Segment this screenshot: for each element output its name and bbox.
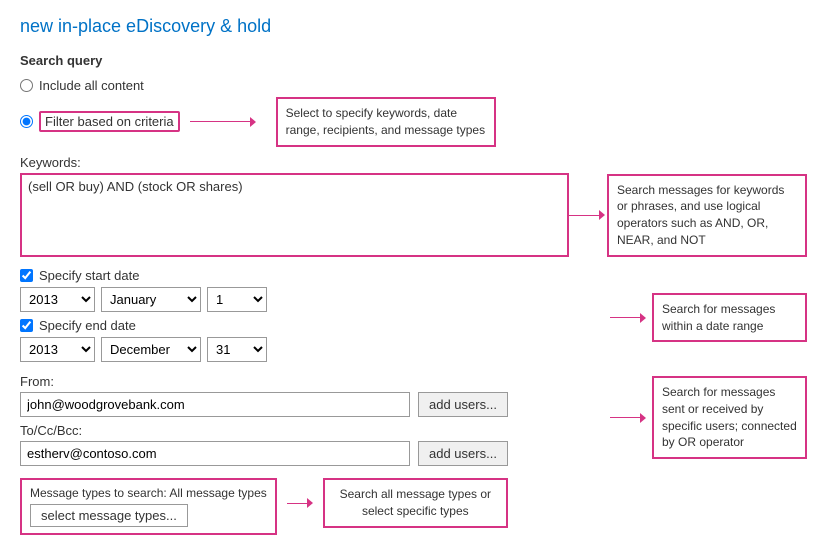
end-date-checkbox[interactable] (20, 319, 33, 332)
end-date-label[interactable]: Specify end date (39, 318, 136, 333)
end-year-select[interactable]: 2013 20102011201220142015 (20, 337, 95, 362)
start-day-select[interactable]: 1 234567 8910111213 141516171819 2021222… (207, 287, 267, 312)
filter-criteria-box: Filter based on criteria (39, 111, 180, 132)
filter-callout: Select to specify keywords, date range, … (276, 97, 496, 147)
dates-section: Specify start date 2013 2010201120122014… (20, 268, 604, 368)
to-cc-bcc-input[interactable] (20, 441, 410, 466)
message-types-label: Message types to search: All message typ… (30, 486, 267, 500)
include-all-row: Include all content (20, 78, 807, 93)
to-cc-bcc-row: add users... (20, 441, 604, 466)
from-input[interactable] (20, 392, 410, 417)
message-types-box: Message types to search: All message typ… (20, 478, 277, 535)
include-all-radio[interactable] (20, 79, 33, 92)
keywords-label: Keywords: (20, 155, 807, 170)
filter-criteria-row: Filter based on criteria (20, 111, 180, 132)
filter-criteria-radio[interactable] (20, 115, 33, 128)
select-message-types-button[interactable]: select message types... (30, 504, 188, 527)
end-date-selects: 2013 20102011201220142015 December Janua… (20, 337, 604, 362)
page-title: new in-place eDiscovery & hold (20, 16, 807, 37)
to-cc-bcc-label: To/Cc/Bcc: (20, 423, 604, 438)
start-date-row: Specify start date (20, 268, 604, 283)
include-all-label[interactable]: Include all content (39, 78, 144, 93)
keywords-section: Keywords: Search messages for keywords o… (20, 155, 807, 258)
message-types-callout: Search all message types or select speci… (323, 478, 508, 528)
end-day-select[interactable]: 31 123456 789101112 131415161718 1920212… (207, 337, 267, 362)
from-row: add users... (20, 392, 604, 417)
from-to-section: From: add users... To/Cc/Bcc: add users.… (20, 368, 604, 468)
to-cc-bcc-add-users-button[interactable]: add users... (418, 441, 508, 466)
keywords-input[interactable] (22, 175, 567, 255)
keywords-callout: Search messages for keywords or phrases,… (607, 174, 807, 257)
end-date-row: Specify end date (20, 318, 604, 333)
filter-criteria-label[interactable]: Filter based on criteria (45, 114, 174, 129)
date-range-callout: Search for messages within a date range (652, 293, 807, 343)
from-to-callout: Search for messages sent or received by … (652, 376, 807, 459)
from-add-users-button[interactable]: add users... (418, 392, 508, 417)
start-date-selects: 2013 20102011201220142015 January Februa… (20, 287, 604, 312)
start-month-select[interactable]: January FebruaryMarchAprilMayJune JulyAu… (101, 287, 201, 312)
end-month-select[interactable]: December JanuaryFebruaryMarchAprilMayJun… (101, 337, 201, 362)
start-date-label[interactable]: Specify start date (39, 268, 139, 283)
section-label: Search query (20, 53, 807, 68)
start-date-checkbox[interactable] (20, 269, 33, 282)
from-label: From: (20, 374, 604, 389)
start-year-select[interactable]: 2013 20102011201220142015 (20, 287, 95, 312)
radio-group: Include all content Filter based on crit… (20, 78, 807, 147)
